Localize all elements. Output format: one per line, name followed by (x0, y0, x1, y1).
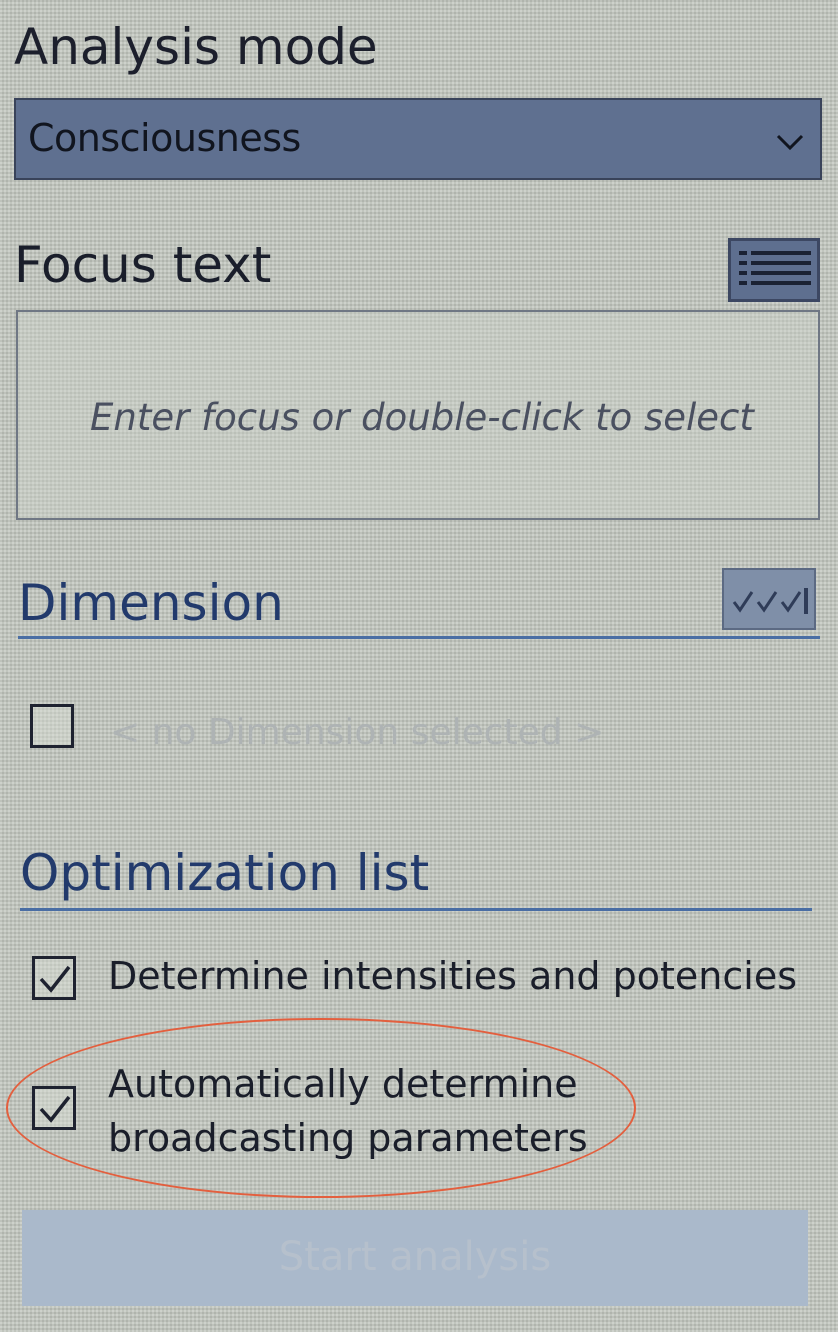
dimension-checkbox[interactable] (30, 704, 74, 748)
start-analysis-label: Start analysis (278, 1234, 552, 1280)
dimension-divider (18, 636, 820, 639)
dimension-empty-label: < no Dimension selected > (110, 712, 605, 753)
analysis-mode-heading: Analysis mode (14, 18, 378, 76)
highlight-ellipse-annotation (6, 1018, 636, 1198)
optimization-list-heading: Optimization list (20, 844, 430, 902)
checkmark-icon (39, 965, 71, 993)
focus-list-button[interactable] (728, 238, 820, 302)
determine-intensities-checkbox[interactable] (32, 956, 76, 1000)
dimension-select-button[interactable] (722, 568, 816, 630)
analysis-mode-selected-value: Consciousness (28, 116, 301, 160)
chevron-down-icon[interactable] (772, 124, 808, 160)
focus-text-placeholder: Enter focus or double-click to select (90, 396, 754, 439)
list-icon (739, 251, 811, 285)
determine-intensities-label: Determine intensities and potencies (108, 954, 797, 998)
dimension-heading: Dimension (18, 574, 284, 632)
focus-text-heading: Focus text (14, 236, 272, 294)
optimization-divider (20, 908, 812, 911)
checkmark-list-icon (732, 588, 808, 614)
